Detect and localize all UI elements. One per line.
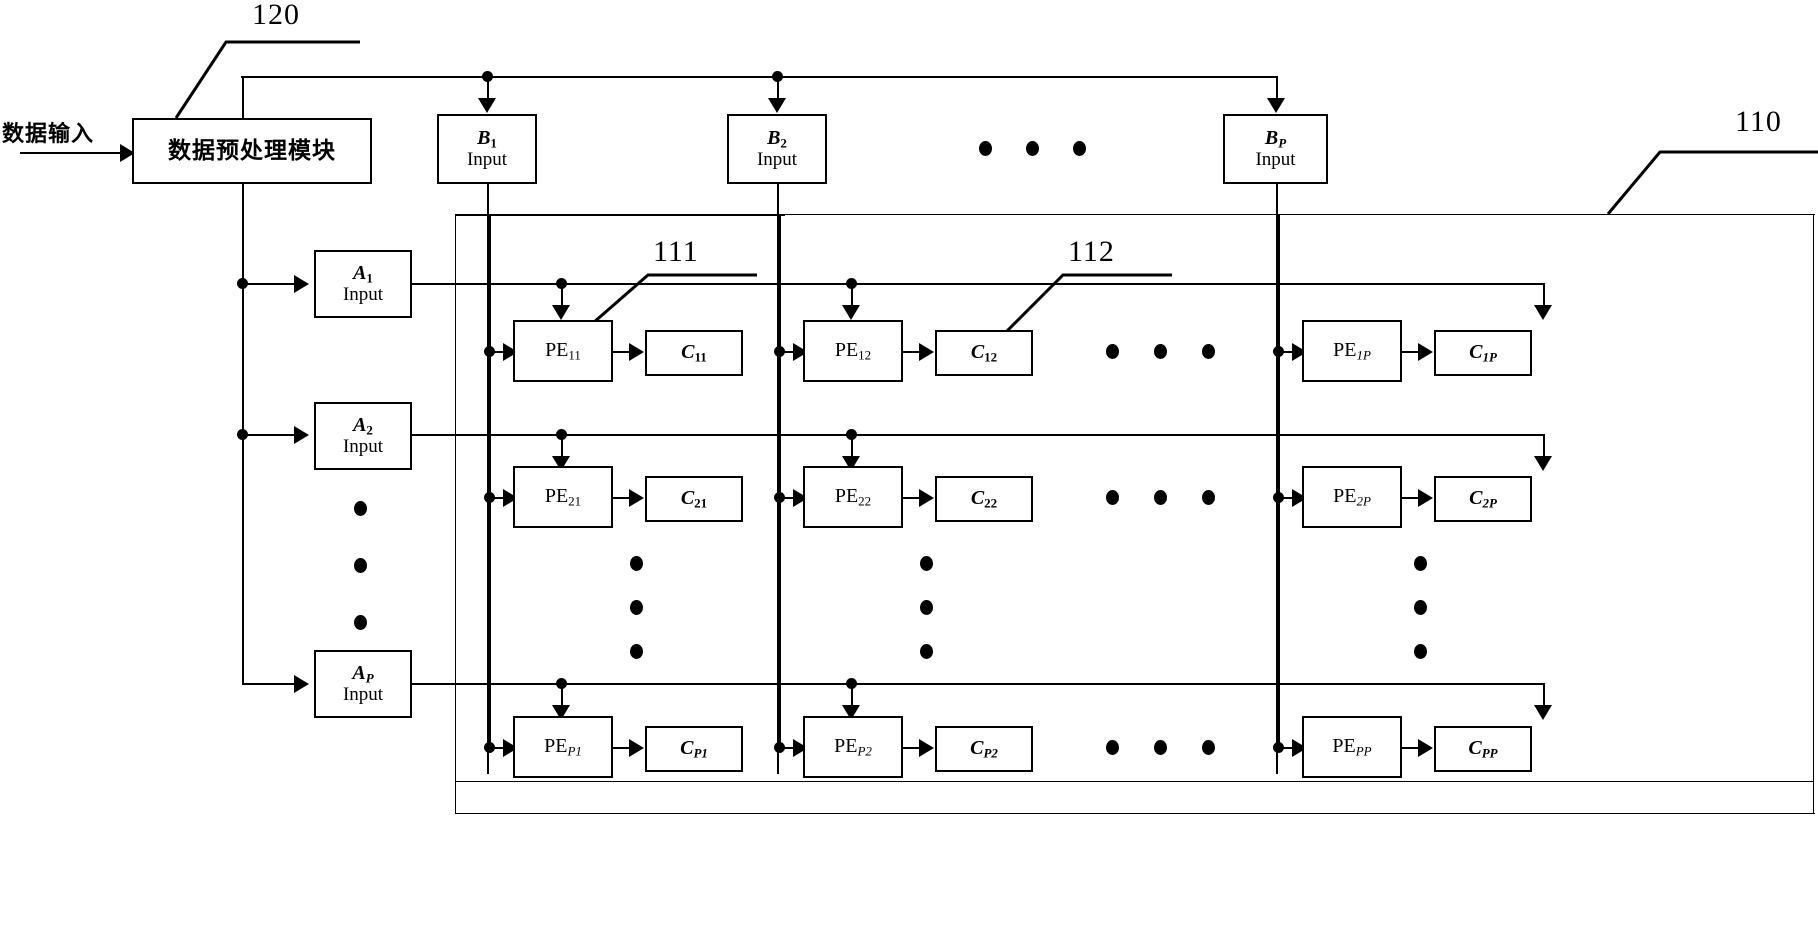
row1-ellipsis-dot-2 [1153,343,1167,359]
c-register-pp[interactable]: CPP [1434,726,1532,772]
rowp-ellipsis-dot-2 [1153,739,1167,755]
pe-block-11-label: PE11 [545,338,581,363]
rowp-ellipsis-dot-1 [1105,739,1119,755]
rowp-ellipsis-dot-3 [1201,739,1215,755]
pep1-to-cp1-arrowhead [629,739,644,757]
col1-ellipsis-dot-2 [629,599,643,615]
c-register-21[interactable]: C21 [645,476,743,522]
c-register-11-label: C11 [681,340,707,365]
leader-line-112 [988,273,1172,350]
col2-ellipsis-dot-2 [919,599,933,615]
c-register-1p-label: C1P [1469,340,1497,365]
c-register-p2-label: CP2 [970,736,998,761]
pe-block-22-label: PE22 [834,484,872,509]
pe-block-21[interactable]: PE21 [513,466,613,528]
row2-ellipsis-dot-1 [1105,489,1119,505]
pe-block-1p[interactable]: PE1P [1302,320,1402,382]
c-register-11[interactable]: C11 [645,330,743,376]
colp-ellipsis-dot-3 [1413,643,1427,659]
c-register-12-label: C12 [970,340,998,365]
diagram-canvas: 120 110 数据输入 数据预处理模块 B1 Input B2 Input B… [0,0,1818,938]
row2-ellipsis-dot-2 [1153,489,1167,505]
c-register-12[interactable]: C12 [935,330,1033,376]
pe-block-12-label: PE12 [834,338,872,363]
c-register-p1-label: CP1 [680,736,708,761]
c-register-1p[interactable]: C1P [1434,330,1532,376]
col2-ellipsis-dot-3 [919,643,933,659]
pe-block-2p-label: PE2P [1333,484,1371,509]
pe12-to-c12-arrowhead [919,343,934,361]
pe-block-21-label: PE21 [544,484,582,509]
c-register-p2[interactable]: CP2 [935,726,1033,772]
pe1p-to-c1p-arrowhead [1418,343,1433,361]
c-register-2p[interactable]: C2P [1434,476,1532,522]
pe-block-pp[interactable]: PEPP [1302,716,1402,778]
col1-ellipsis-dot-1 [629,555,643,571]
row2-ellipsis-dot-3 [1201,489,1215,505]
pe-block-p2[interactable]: PEP2 [803,716,903,778]
pe-block-22[interactable]: PE22 [803,466,903,528]
c-register-21-label: C21 [680,486,708,511]
pe-block-11[interactable]: PE11 [513,320,613,382]
c-register-p1[interactable]: CP1 [645,726,743,772]
c-register-2p-label: C2P [1469,486,1497,511]
colp-ellipsis-dot-2 [1413,599,1427,615]
pe-block-p2-label: PEP2 [834,734,872,759]
pe-block-p1[interactable]: PEP1 [513,716,613,778]
pe-block-1p-label: PE1P [1333,338,1371,363]
pe-block-p1-label: PEP1 [544,734,582,759]
c-register-pp-label: CPP [1468,736,1498,761]
pe21-to-c21-arrowhead [629,489,644,507]
colp-ellipsis-dot-1 [1413,555,1427,571]
pe22-to-c22-arrowhead [919,489,934,507]
c-register-22[interactable]: C22 [935,476,1033,522]
pe2p-to-c2p-arrowhead [1418,489,1433,507]
pe11-to-c11-arrowhead [629,343,644,361]
pep2-to-cp2-arrowhead [919,739,934,757]
row1-ellipsis-dot-1 [1105,343,1119,359]
pe-block-12[interactable]: PE12 [803,320,903,382]
col2-ellipsis-dot-1 [919,555,933,571]
col1-ellipsis-dot-3 [629,643,643,659]
c-register-22-label: C22 [970,486,998,511]
row1-ellipsis-dot-3 [1201,343,1215,359]
pepp-to-cpp-arrowhead [1418,739,1433,757]
pe-block-2p[interactable]: PE2P [1302,466,1402,528]
pe-block-pp-label: PEPP [1332,734,1372,759]
